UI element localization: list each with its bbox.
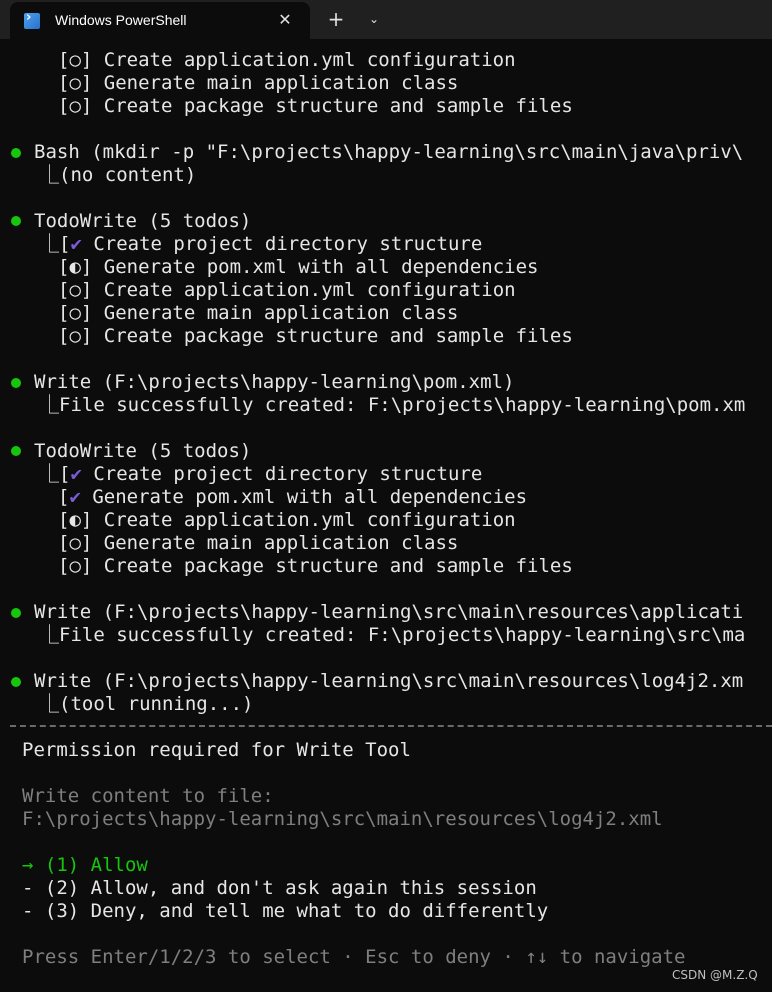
navigation-hint: Press Enter/1/2/3 to select · Esc to den… xyxy=(22,946,686,968)
todo-item: [◐] Create application.yml configuration xyxy=(58,509,516,531)
status-dot-icon xyxy=(11,446,21,456)
bash-header: Bash (mkdir -p "F:\projects\happy-learni… xyxy=(34,141,744,163)
todo-item: [✔ Generate pom.xml with all dependencie… xyxy=(58,486,528,508)
option-allow[interactable]: → (1) Allow xyxy=(22,854,148,877)
write-header: Write (F:\projects\happy-learning\src\ma… xyxy=(34,601,744,623)
todo-item: [○] Generate main application class xyxy=(58,72,459,94)
tab-windows-powershell[interactable]: › Windows PowerShell ✕ xyxy=(10,2,310,39)
status-dot-icon xyxy=(11,216,21,226)
write-header: Write (F:\projects\happy-learning\src\ma… xyxy=(34,670,744,692)
write-result: ⎿(tool running...) xyxy=(40,693,254,715)
chevron-down-icon[interactable]: ⌄ xyxy=(363,7,385,31)
permission-title: Permission required for Write Tool xyxy=(22,739,411,761)
status-dot-icon xyxy=(11,378,21,388)
watermark: CSDN @M.Z.Q xyxy=(672,968,758,982)
new-tab-button[interactable]: + xyxy=(324,7,348,31)
status-dot-icon xyxy=(11,148,21,158)
write-result: ⎿File successfully created: F:\projects\… xyxy=(40,624,746,646)
powershell-icon: › xyxy=(24,10,40,29)
todo-item: [○] Generate main application class xyxy=(58,532,459,554)
bash-result: ⎿(no content) xyxy=(40,164,197,186)
todowrite-header: TodoWrite (5 todos) xyxy=(34,210,252,232)
todo-item: [○] Generate main application class xyxy=(58,302,459,324)
status-dot-icon xyxy=(11,677,21,687)
option-allow-session[interactable]: - (2) Allow, and don't ask again this se… xyxy=(22,877,537,900)
close-tab-icon[interactable]: ✕ xyxy=(274,8,296,32)
todo-item: [◐] Generate pom.xml with all dependenci… xyxy=(58,256,539,278)
todo-item: ⎿[✔ Create project directory structure xyxy=(40,463,483,485)
permission-description: Write content to file: xyxy=(22,785,274,807)
todo-item: [○] Create application.yml configuration xyxy=(58,279,516,301)
todo-item: [○] Create package structure and sample … xyxy=(58,325,573,347)
option-deny[interactable]: - (3) Deny, and tell me what to do diffe… xyxy=(22,900,548,923)
write-header: Write (F:\projects\happy-learning\pom.xm… xyxy=(34,371,515,393)
permission-file-path: F:\projects\happy-learning\src\main\reso… xyxy=(22,808,663,830)
terminal-output[interactable]: [○] Create application.yml configuration… xyxy=(0,39,772,992)
todo-item: [○] Create package structure and sample … xyxy=(58,95,573,117)
todowrite-header: TodoWrite (5 todos) xyxy=(34,440,252,462)
todo-item: [○] Create package structure and sample … xyxy=(58,555,573,577)
status-dot-icon xyxy=(11,608,21,618)
tab-title: Windows PowerShell xyxy=(55,12,187,28)
title-bar: › Windows PowerShell ✕ + ⌄ xyxy=(0,0,772,39)
todo-item: ⎿[✔ Create project directory structure xyxy=(40,233,483,255)
write-result: ⎿File successfully created: F:\projects\… xyxy=(40,394,746,416)
checkmark-icon: ✔ xyxy=(70,233,82,255)
checkmark-icon: ✔ xyxy=(70,463,82,485)
checkmark-icon: ✔ xyxy=(69,486,81,508)
todo-item: [○] Create application.yml configuration xyxy=(58,49,516,71)
divider xyxy=(10,725,772,727)
